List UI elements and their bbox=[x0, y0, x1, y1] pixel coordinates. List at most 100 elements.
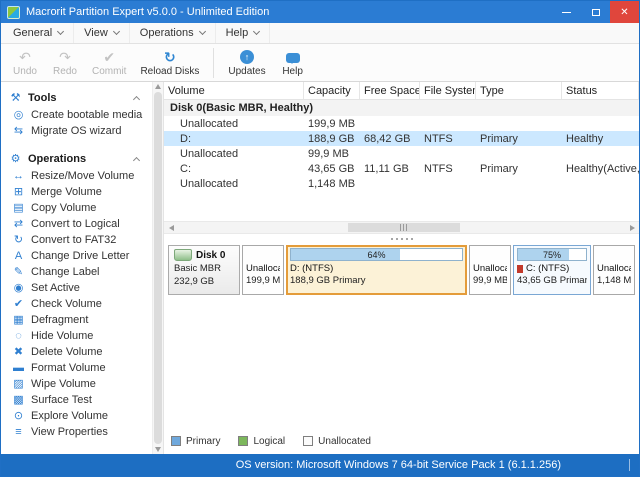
scrollbar-track[interactable] bbox=[178, 222, 625, 233]
defragment-icon: ▦ bbox=[13, 314, 24, 326]
column-header-type[interactable]: Type bbox=[476, 82, 562, 99]
menu-view[interactable]: View bbox=[74, 23, 130, 43]
sidebar-item-resize-move-volume[interactable]: ↔ Resize/Move Volume bbox=[1, 168, 152, 184]
chevron-up-icon bbox=[132, 95, 141, 104]
horizontal-scrollbar[interactable] bbox=[164, 221, 639, 234]
maximize-button[interactable] bbox=[581, 1, 610, 23]
convert-logical-icon: ⇄ bbox=[13, 218, 24, 230]
commit-button[interactable]: ✔ Commit bbox=[85, 47, 133, 78]
scroll-right-arrow-icon[interactable] bbox=[625, 222, 639, 233]
scroll-up-arrow-icon[interactable] bbox=[155, 84, 161, 89]
sidebar-item-set-active[interactable]: ◉ Set Active bbox=[1, 280, 152, 296]
main-panel: Volume Capacity Free Space File System T… bbox=[164, 82, 639, 454]
column-header-file-system[interactable]: File System bbox=[420, 82, 476, 99]
bootable-media-icon: ◎ bbox=[13, 109, 24, 121]
panel-splitter[interactable] bbox=[164, 234, 639, 243]
sidebar-item-change-label[interactable]: ✎ Change Label bbox=[1, 264, 152, 280]
logical-swatch-icon bbox=[238, 436, 249, 446]
close-icon: ✕ bbox=[620, 6, 629, 18]
disk-map-legend: Primary Logical Unallocated bbox=[164, 432, 639, 450]
sidebar-item-create-bootable-media[interactable]: ◎ Create bootable media bbox=[1, 107, 152, 123]
table-row-unallocated-3[interactable]: Unallocated 1,148 MB bbox=[164, 176, 639, 191]
usage-percent: 75% bbox=[542, 249, 561, 260]
table-row-unallocated-2[interactable]: Unallocated 99,9 MB bbox=[164, 146, 639, 161]
sidebar-item-migrate-os-wizard[interactable]: ⇆ Migrate OS wizard bbox=[1, 123, 152, 139]
window-title: Macrorit Partition Expert v5.0.0 - Unlim… bbox=[26, 6, 270, 18]
disk-map: Disk 0 Basic MBR 232,9 GB Unalloca... 19… bbox=[164, 243, 639, 297]
partition-block-unallocated-3[interactable]: Unalloca... 1,148 MB bbox=[593, 245, 635, 295]
scrollbar-thumb[interactable] bbox=[154, 92, 162, 444]
minimize-icon bbox=[562, 11, 571, 13]
label-icon: ✎ bbox=[13, 266, 24, 278]
disk-info-box[interactable]: Disk 0 Basic MBR 232,9 GB bbox=[168, 245, 240, 295]
scroll-down-arrow-icon[interactable] bbox=[155, 447, 161, 452]
partition-block-unallocated-1[interactable]: Unalloca... 199,9 MB bbox=[242, 245, 284, 295]
main-body: ⚒ Tools ◎ Create bootable media ⇆ Migrat… bbox=[1, 82, 639, 454]
redo-button[interactable]: ↷ Redo bbox=[45, 47, 85, 78]
check-icon: ✔ bbox=[13, 298, 24, 310]
legend-item-unallocated: Unallocated bbox=[303, 436, 371, 447]
app-window: Macrorit Partition Expert v5.0.0 - Unlim… bbox=[0, 0, 640, 477]
surface-test-icon: ▩ bbox=[13, 394, 24, 406]
copy-icon: ▤ bbox=[13, 202, 24, 214]
sidebar-item-explore-volume[interactable]: ⊙ Explore Volume bbox=[1, 408, 152, 424]
column-header-free-space[interactable]: Free Space bbox=[360, 82, 420, 99]
gear-icon: ⚙ bbox=[10, 153, 21, 165]
sidebar-item-check-volume[interactable]: ✔ Check Volume bbox=[1, 296, 152, 312]
legend-item-logical: Logical bbox=[238, 436, 285, 447]
help-button[interactable]: Help bbox=[273, 47, 313, 78]
hide-icon: ◌ bbox=[15, 330, 22, 342]
menu-operations[interactable]: Operations bbox=[130, 23, 216, 43]
migrate-os-icon: ⇆ bbox=[13, 125, 24, 137]
empty-area bbox=[164, 297, 639, 432]
menu-general[interactable]: General bbox=[3, 23, 75, 43]
menu-help[interactable]: Help bbox=[216, 23, 271, 43]
undo-icon: ↶ bbox=[19, 48, 31, 65]
tools-section-header[interactable]: ⚒ Tools bbox=[1, 89, 152, 107]
maximize-icon bbox=[591, 8, 600, 16]
sidebar-item-copy-volume[interactable]: ▤ Copy Volume bbox=[1, 200, 152, 216]
sidebar-item-format-volume[interactable]: ▬ Format Volume bbox=[1, 360, 152, 376]
wrench-icon: ⚒ bbox=[10, 92, 21, 104]
partition-block-unallocated-2[interactable]: Unalloca... 99,9 MB bbox=[469, 245, 511, 295]
scroll-left-arrow-icon[interactable] bbox=[164, 222, 178, 233]
sidebar-item-change-drive-letter[interactable]: A Change Drive Letter bbox=[1, 248, 152, 264]
sidebar-item-merge-volume[interactable]: ⊞ Merge Volume bbox=[1, 184, 152, 200]
undo-button[interactable]: ↶ Undo bbox=[5, 47, 45, 78]
redo-icon: ↷ bbox=[59, 48, 71, 65]
chevron-down-icon bbox=[57, 27, 65, 36]
sidebar-item-convert-to-logical[interactable]: ⇄ Convert to Logical bbox=[1, 216, 152, 232]
minimize-button[interactable] bbox=[552, 1, 581, 23]
app-logo-icon bbox=[7, 5, 20, 19]
reload-disks-button[interactable]: ↻ Reload Disks bbox=[133, 47, 206, 78]
sidebar-item-wipe-volume[interactable]: ▨ Wipe Volume bbox=[1, 376, 152, 392]
column-header-volume[interactable]: Volume bbox=[164, 82, 304, 99]
partition-block-c[interactable]: 75% C: (NTFS) 43,65 GB Primary bbox=[513, 245, 591, 295]
toolbar: ↶ Undo ↷ Redo ✔ Commit ↻ Reload Disks ↑ … bbox=[1, 44, 639, 82]
table-row-volume-c[interactable]: C: 43,65 GB 11,11 GB NTFS Primary Health… bbox=[164, 161, 639, 176]
partition-block-d[interactable]: 64% D: (NTFS) 188,9 GB Primary bbox=[286, 245, 467, 295]
disk-name: Disk 0 bbox=[196, 249, 226, 261]
operations-section-header[interactable]: ⚙ Operations bbox=[1, 150, 152, 168]
title-bar[interactable]: Macrorit Partition Expert v5.0.0 - Unlim… bbox=[1, 1, 639, 23]
table-row-volume-d[interactable]: D: 188,9 GB 68,42 GB NTFS Primary Health… bbox=[164, 131, 639, 146]
table-row-unallocated-1[interactable]: Unallocated 199,9 MB bbox=[164, 116, 639, 131]
sidebar-item-convert-to-fat32[interactable]: ↻ Convert to FAT32 bbox=[1, 232, 152, 248]
sidebar-item-hide-volume[interactable]: ◌ Hide Volume bbox=[1, 328, 152, 344]
sidebar-item-delete-volume[interactable]: ✖ Delete Volume bbox=[1, 344, 152, 360]
sidebar-scrollbar[interactable] bbox=[152, 82, 164, 454]
sidebar-item-surface-test[interactable]: ▩ Surface Test bbox=[1, 392, 152, 408]
column-header-capacity[interactable]: Capacity bbox=[304, 82, 360, 99]
sidebar-item-defragment[interactable]: ▦ Defragment bbox=[1, 312, 152, 328]
updates-button[interactable]: ↑ Updates bbox=[221, 47, 272, 78]
sidebar-item-view-properties[interactable]: ≡ View Properties bbox=[1, 424, 152, 440]
disk-group-row[interactable]: Disk 0(Basic MBR, Healthy) bbox=[164, 100, 639, 116]
merge-icon: ⊞ bbox=[13, 186, 24, 198]
scrollbar-thumb[interactable] bbox=[347, 223, 460, 232]
splitter-grip-icon bbox=[390, 237, 413, 240]
close-button[interactable]: ✕ bbox=[610, 1, 639, 23]
menu-bar: General View Operations Help bbox=[1, 23, 639, 44]
unallocated-swatch-icon bbox=[303, 436, 314, 446]
column-header-status[interactable]: Status bbox=[562, 82, 639, 99]
usage-percent: 64% bbox=[367, 249, 386, 260]
